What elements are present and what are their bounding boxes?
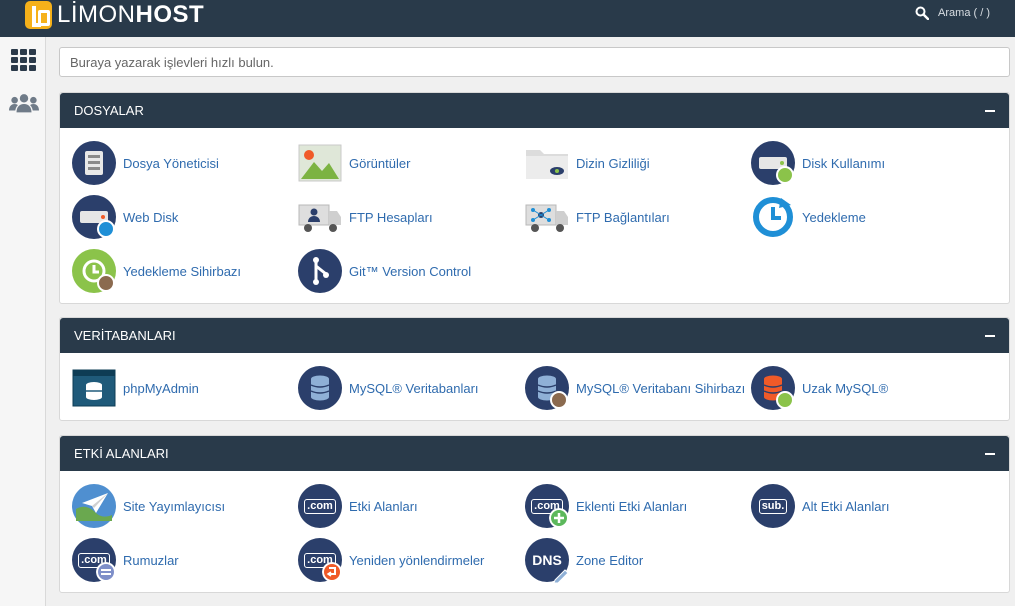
addon-domains-icon: .com: [525, 484, 569, 528]
web-disk-icon: [72, 195, 116, 239]
files-panel-header[interactable]: DOSYALAR: [60, 93, 1009, 128]
file-manager-link[interactable]: Dosya Yöneticisi: [72, 141, 298, 185]
web-disk-link[interactable]: Web Disk: [72, 195, 298, 239]
aliases-icon: .com: [72, 538, 116, 582]
redirects-link[interactable]: .com Yeniden yönlendirmeler: [298, 538, 524, 582]
backup-link[interactable]: Yedekleme: [751, 195, 977, 239]
ftp-accounts-icon: [298, 195, 342, 239]
remote-mysql-icon: [751, 366, 795, 410]
apps-grid-icon[interactable]: [9, 46, 39, 74]
brand-name-light: LİMON: [57, 1, 136, 28]
remote-mysql-link[interactable]: Uzak MySQL®: [751, 366, 977, 410]
phpmyadmin-icon: [72, 366, 116, 410]
remote-mysql-label: Uzak MySQL®: [802, 380, 889, 396]
addon-domains-label: Eklenti Etki Alanları: [576, 498, 688, 514]
mysql-wizard-icon: [525, 366, 569, 410]
collapse-icon[interactable]: [985, 334, 995, 337]
phpmyadmin-link[interactable]: phpMyAdmin: [72, 366, 298, 410]
mysql-databases-label: MySQL® Veritabanları: [349, 380, 479, 396]
sidebar: [0, 37, 46, 606]
backup-icon: [751, 195, 795, 239]
brand-name-bold: HOST: [135, 1, 205, 28]
aliases-link[interactable]: .com Rumuzlar: [72, 538, 298, 582]
addon-domains-link[interactable]: .com Eklenti Etki Alanları: [525, 484, 751, 528]
zone-editor-link[interactable]: DNS Zone Editor: [525, 538, 751, 584]
databases-panel-header[interactable]: VERİTABANLARI: [60, 318, 1009, 353]
subdomains-icon: sub.: [751, 484, 795, 528]
domains-link[interactable]: .com Etki Alanları: [298, 484, 524, 528]
top-bar: LİMONHOST Arama ( / ): [0, 0, 1015, 37]
domains-label: Etki Alanları: [349, 498, 418, 514]
mysql-databases-link[interactable]: MySQL® Veritabanları: [298, 366, 524, 410]
images-label: Görüntüler: [349, 155, 411, 171]
file-manager-label: Dosya Yöneticisi: [123, 155, 219, 171]
disk-usage-link[interactable]: Disk Kullanımı: [751, 141, 977, 185]
web-disk-label: Web Disk: [123, 209, 179, 225]
redirects-icon: .com: [298, 538, 342, 582]
directory-privacy-icon: [525, 141, 569, 185]
domains-icon: .com: [298, 484, 342, 528]
subdomains-label: Alt Etki Alanları: [802, 498, 890, 514]
site-publisher-label: Site Yayımlayıcısı: [123, 498, 226, 514]
zone-editor-label: Zone Editor: [576, 552, 644, 568]
zone-editor-icon: DNS: [525, 538, 569, 584]
files-panel-title: DOSYALAR: [74, 103, 144, 118]
ftp-connections-label: FTP Bağlantıları: [576, 209, 670, 225]
brand-name: LİMONHOST: [57, 0, 204, 30]
global-search-label: Arama ( / ): [938, 7, 990, 19]
limon-logo-icon: [25, 1, 52, 29]
quick-search-input[interactable]: [59, 47, 1010, 77]
git-link[interactable]: Git™ Version Control: [298, 249, 524, 293]
backup-wizard-icon: [72, 249, 116, 293]
file-manager-icon: [72, 141, 116, 185]
disk-usage-label: Disk Kullanımı: [802, 155, 886, 171]
ftp-accounts-link[interactable]: FTP Hesapları: [298, 195, 524, 239]
domains-panel-title: ETKİ ALANLARI: [74, 446, 169, 461]
mysql-databases-icon: [298, 366, 342, 410]
subdomains-link[interactable]: sub. Alt Etki Alanları: [751, 484, 977, 528]
brand-logo[interactable]: LİMONHOST: [25, 0, 204, 30]
users-icon[interactable]: [9, 89, 39, 117]
directory-privacy-label: Dizin Gizliliği: [576, 155, 650, 171]
ftp-connections-icon: [525, 195, 569, 239]
ftp-connections-link[interactable]: FTP Bağlantıları: [525, 195, 751, 239]
backup-label: Yedekleme: [802, 209, 866, 225]
disk-usage-icon: [751, 141, 795, 185]
search-icon: [915, 6, 930, 20]
collapse-icon[interactable]: [985, 109, 995, 112]
site-publisher-link[interactable]: Site Yayımlayıcısı: [72, 484, 298, 528]
phpmyadmin-label: phpMyAdmin: [123, 380, 199, 396]
domains-panel: ETKİ ALANLARI Site Yayımlayıcısı .com Et…: [59, 435, 1010, 593]
images-icon: [298, 141, 342, 185]
mysql-wizard-label: MySQL® Veritabanı Sihirbazı: [576, 380, 746, 396]
mysql-wizard-link[interactable]: MySQL® Veritabanı Sihirbazı: [525, 366, 751, 410]
databases-panel: VERİTABANLARI phpMyAdmin MySQL® Veritaba…: [59, 317, 1010, 421]
git-icon: [298, 249, 342, 293]
backup-wizard-label: Yedekleme Sihirbazı: [123, 263, 242, 279]
domains-icon-text: .com: [304, 498, 336, 514]
ftp-accounts-label: FTP Hesapları: [349, 209, 433, 225]
collapse-icon[interactable]: [985, 452, 995, 455]
site-publisher-icon: [72, 484, 116, 528]
domains-panel-header[interactable]: ETKİ ALANLARI: [60, 436, 1009, 471]
backup-wizard-link[interactable]: Yedekleme Sihirbazı: [72, 249, 298, 293]
aliases-label: Rumuzlar: [123, 552, 179, 568]
git-label: Git™ Version Control: [349, 263, 472, 279]
files-panel: DOSYALAR Dosya Yöneticisi Görüntüler Diz…: [59, 92, 1010, 304]
directory-privacy-link[interactable]: Dizin Gizliliği: [525, 141, 751, 185]
redirects-label: Yeniden yönlendirmeler: [349, 552, 485, 568]
subdomains-icon-text: sub.: [758, 498, 788, 514]
images-link[interactable]: Görüntüler: [298, 141, 524, 185]
databases-panel-title: VERİTABANLARI: [74, 328, 176, 343]
global-search[interactable]: Arama ( / ): [915, 6, 990, 20]
